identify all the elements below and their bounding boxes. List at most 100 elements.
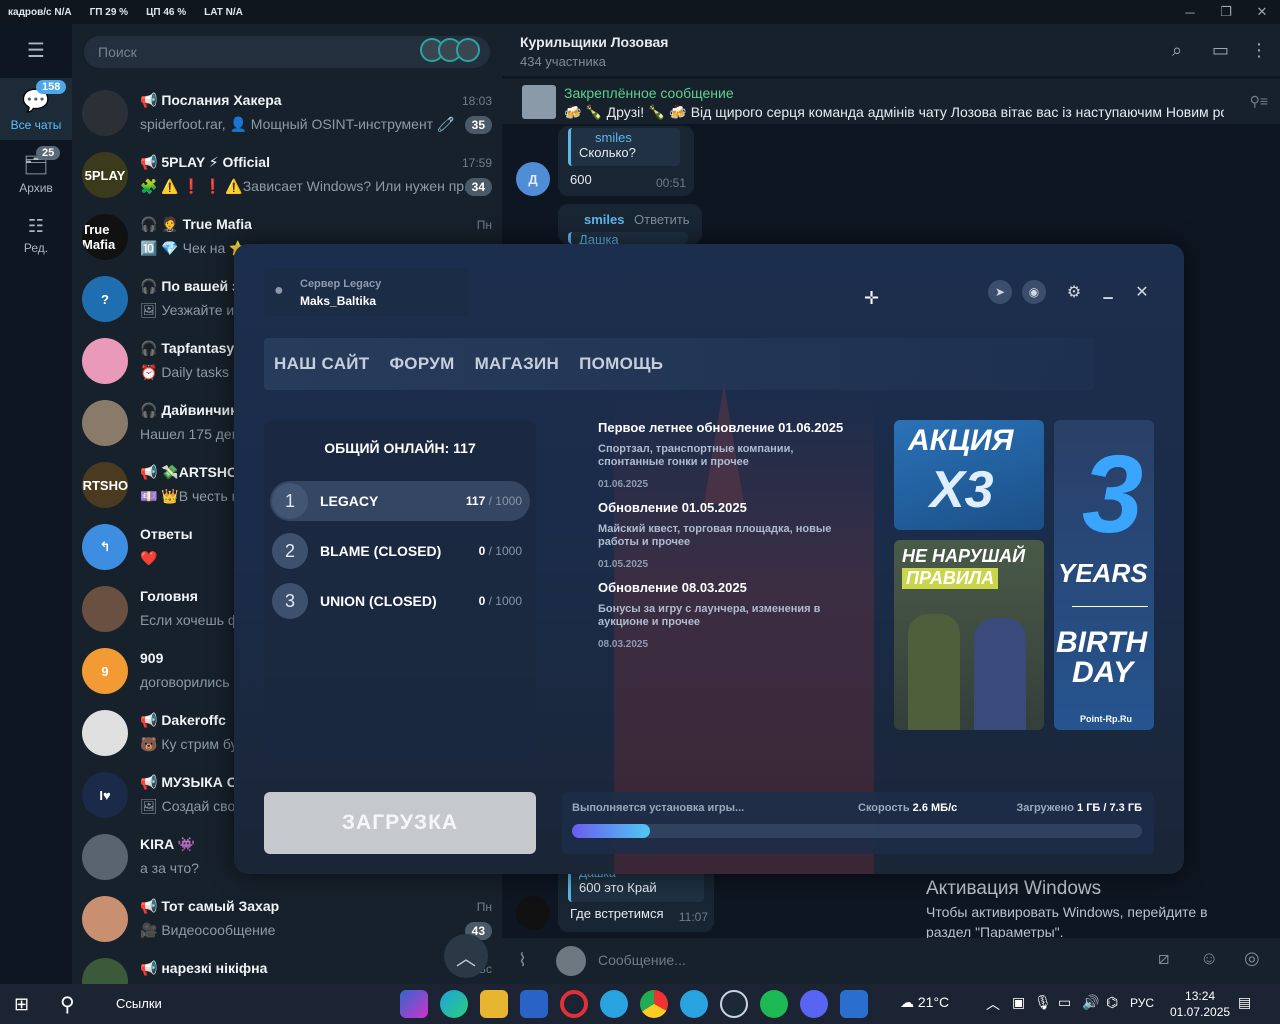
- chrome-icon[interactable]: [640, 990, 668, 1018]
- folder-archive[interactable]: 🗂 25 Архив: [0, 144, 72, 200]
- pinned-title: Закреплённое сообщение: [564, 85, 734, 101]
- sidebar-toggle-icon[interactable]: ▭: [1212, 40, 1229, 61]
- chat-member-count: 434 участника: [520, 54, 606, 69]
- display-icon[interactable]: ▭: [1058, 994, 1071, 1011]
- sender-avatar[interactable]: [516, 896, 550, 930]
- launcher-app-icon[interactable]: [840, 990, 868, 1018]
- folder-edit[interactable]: ☷ Ред.: [0, 210, 72, 260]
- message-input[interactable]: Сообщение...: [598, 952, 686, 968]
- message-time: 11:07: [678, 910, 708, 924]
- attach-icon[interactable]: ⌇: [518, 950, 527, 971]
- scroll-to-top-button[interactable]: ︿: [444, 934, 488, 978]
- nav-shop[interactable]: МАГАЗИН: [475, 354, 560, 374]
- more-menu-icon[interactable]: ⋮: [1250, 40, 1268, 61]
- composer-avatar[interactable]: [556, 946, 586, 976]
- reply-quote[interactable]: Дашка: [568, 232, 688, 244]
- nav-help[interactable]: ПОМОЩЬ: [579, 354, 663, 374]
- unpin-icon[interactable]: ⚲≡: [1250, 93, 1268, 110]
- chat-list-item[interactable]: 5PLAY 📢 5PLAY ⚡ Official 🧩 ⚠️ ❗ ❗ ⚠️Зависа…: [72, 146, 502, 208]
- microphone-icon[interactable]: 🎙: [1034, 994, 1052, 1011]
- chat-avatar: [82, 90, 128, 136]
- close-icon[interactable]: ✕: [1130, 280, 1154, 304]
- discord-icon[interactable]: [800, 990, 828, 1018]
- telegram-icon[interactable]: ➤: [988, 280, 1012, 304]
- bday-years: YEARS: [1058, 558, 1148, 588]
- birthday-banner[interactable]: 3 YEARS BIRTH DAY Point-Rp.Ru: [1054, 420, 1154, 730]
- network-icon[interactable]: ⌬: [1106, 994, 1118, 1011]
- server-name: LEGACY: [320, 493, 379, 509]
- promo-x3-banner[interactable]: АКЦИЯ X3: [894, 420, 1044, 530]
- spotify-icon[interactable]: [760, 990, 788, 1018]
- clock[interactable]: 13:24 01.07.2025: [1170, 988, 1230, 1020]
- maximize-icon[interactable]: ❐: [1208, 0, 1244, 24]
- server-item-union[interactable]: 3 UNION (CLOSED) 0 / 1000: [270, 581, 530, 621]
- close-icon[interactable]: ✕: [1244, 0, 1280, 24]
- telegram-icon[interactable]: [600, 990, 628, 1018]
- download-progress-panel: Выполняется установка игры... Скорость 2…: [562, 792, 1154, 854]
- max-count: / 1000: [488, 594, 522, 608]
- nav-our-site[interactable]: НАШ САЙТ: [274, 354, 370, 374]
- promo-line2: X3: [930, 461, 994, 519]
- performance-overlay: кадров/с N/A ГП 29 % ЦП 46 % LAT N/A: [0, 0, 1280, 24]
- load-button[interactable]: ЗАГРУЗКА: [264, 792, 536, 854]
- chat-header[interactable]: Курильщики Лозовая 434 участника ⌕ ▭ ⋮: [502, 24, 1280, 76]
- pinned-message-bar[interactable]: Закреплённое сообщение 🍻 🍾 Друзі! 🍾 🍻 Ві…: [502, 78, 1280, 124]
- camera-icon[interactable]: ◎: [1244, 948, 1260, 969]
- minimize-icon[interactable]: ─: [1172, 0, 1208, 24]
- commands-icon[interactable]: ⧄: [1158, 948, 1169, 969]
- search-icon[interactable]: ⚲: [60, 992, 75, 1017]
- rules-banner[interactable]: НЕ НАРУШАЙ ПРАВИЛА: [894, 540, 1044, 730]
- chevron-up-icon[interactable]: ︿: [986, 994, 1000, 1014]
- news-item[interactable]: Первое летнее обновление 01.06.2025 Спор…: [598, 420, 858, 490]
- minimize-icon[interactable]: ▁: [1096, 280, 1120, 304]
- server-name: BLAME (CLOSED): [320, 543, 442, 559]
- tray-app-icon[interactable]: ▣: [1012, 994, 1025, 1011]
- clock-date: 01.07.2025: [1170, 1005, 1231, 1019]
- message-composer: ⌇ Сообщение... ⧄ ☺ ◎: [502, 938, 1280, 984]
- store-icon[interactable]: [520, 990, 548, 1018]
- pinned-text: 🍻 🍾 Друзі! 🍾 🍻 Від щирого серця команда …: [564, 104, 1224, 120]
- chat-list-item[interactable]: 📢 Тот самый Захар 🎥 Видеосообщение Пн 43: [72, 890, 502, 952]
- reply-link[interactable]: Ответить: [634, 212, 690, 227]
- story-avatar[interactable]: [456, 38, 480, 62]
- username: Maks_Baltika: [300, 294, 377, 308]
- weather-widget[interactable]: ☁ 21°C: [900, 994, 949, 1011]
- chat-name: 📢 МУЗЫКА СЛ: [140, 774, 247, 790]
- chat-list-item[interactable]: 📢 Послания Хакера spiderfoot.rar, 👤 Мощны…: [72, 84, 502, 146]
- input-language[interactable]: РУС: [1130, 996, 1154, 1010]
- search-icon[interactable]: ⌕: [1172, 40, 1182, 61]
- edge-icon[interactable]: [440, 990, 468, 1018]
- chat-list-item[interactable]: 📢 нарезкі нікіфна Вс: [72, 952, 502, 984]
- nav-forum[interactable]: ФОРУМ: [390, 354, 455, 374]
- gear-icon[interactable]: ⚙: [1062, 280, 1086, 304]
- telegram-2-icon[interactable]: [680, 990, 708, 1018]
- message-bubble[interactable]: Дашка 600 это Край Где встретимся 11:07: [558, 866, 714, 932]
- message-bubble[interactable]: smiles Сколько? 600 00:51: [558, 126, 694, 196]
- stories-avatars[interactable]: [420, 38, 496, 62]
- reply-quote[interactable]: smiles Сколько?: [568, 128, 680, 166]
- file-explorer-icon[interactable]: [480, 990, 508, 1018]
- links-toolbar[interactable]: Ссылки: [116, 996, 162, 1011]
- chat-last-message: 🧩 ⚠️ ❗ ❗ ⚠️Зависает Windows? Или нужен п…: [140, 178, 470, 194]
- steam-icon[interactable]: [720, 990, 748, 1018]
- server-account-card[interactable]: ● Сервер Legacy Maks_Baltika: [264, 268, 470, 316]
- message-author: smiles: [584, 212, 625, 227]
- windows-start-icon[interactable]: ⊞: [14, 994, 29, 1015]
- emoji-icon[interactable]: ☺: [1200, 948, 1218, 969]
- server-item-blame[interactable]: 2 BLAME (CLOSED) 0 / 1000: [270, 531, 530, 571]
- copilot-icon[interactable]: [400, 990, 428, 1018]
- sender-avatar[interactable]: Д: [516, 162, 550, 196]
- message-bubble[interactable]: smiles Ответить Дашка: [558, 204, 702, 244]
- menu-button[interactable]: ☰: [0, 38, 72, 62]
- bday-divider: [1072, 606, 1148, 607]
- folder-all-chats[interactable]: 💬 158 Все чаты: [0, 78, 72, 140]
- news-item[interactable]: Обновление 01.05.2025 Майский квест, тор…: [598, 500, 858, 570]
- opera-icon[interactable]: [560, 990, 588, 1018]
- volume-icon[interactable]: 🔊: [1082, 994, 1099, 1011]
- notifications-icon[interactable]: ▤: [1238, 994, 1251, 1011]
- hamburger-icon: ☰: [27, 40, 45, 62]
- news-item[interactable]: Обновление 08.03.2025 Бонусы за игру с л…: [598, 580, 858, 650]
- folder-label: Ред.: [23, 241, 49, 255]
- discord-icon[interactable]: ◉: [1022, 280, 1046, 304]
- server-item-legacy[interactable]: 1 LEGACY 117 / 1000: [270, 481, 530, 521]
